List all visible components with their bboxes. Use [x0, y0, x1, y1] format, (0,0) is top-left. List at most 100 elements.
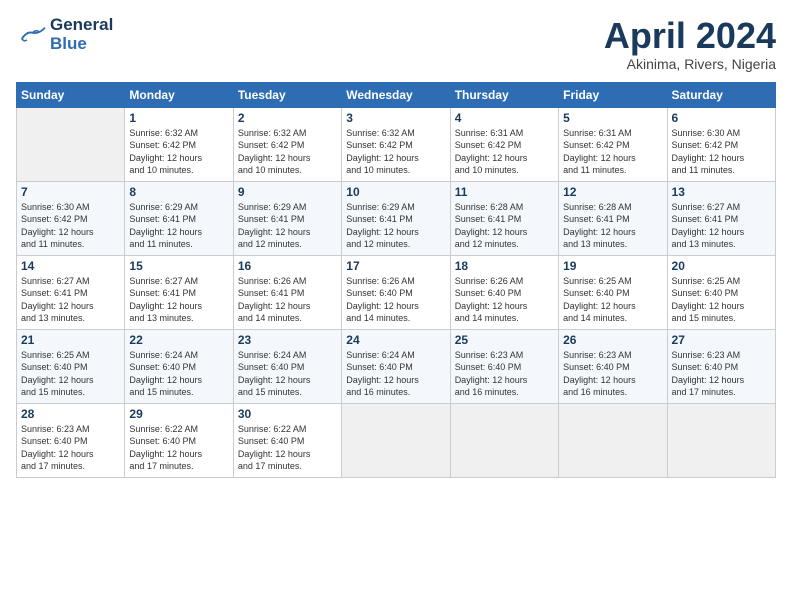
- calendar-cell: [342, 403, 450, 477]
- calendar-cell: [559, 403, 667, 477]
- day-info: Sunrise: 6:27 AM Sunset: 6:41 PM Dayligh…: [129, 275, 228, 325]
- day-info: Sunrise: 6:25 AM Sunset: 6:40 PM Dayligh…: [672, 275, 771, 325]
- logo-text-general: General: [50, 16, 113, 35]
- calendar-cell: 15 Sunrise: 6:27 AM Sunset: 6:41 PM Dayli…: [125, 255, 233, 329]
- month-title: April 2024: [604, 16, 776, 56]
- calendar-cell: 25Sunrise: 6:23 AM Sunset: 6:40 PM Dayli…: [450, 329, 558, 403]
- day-number: 21: [21, 333, 120, 347]
- day-number: 15: [129, 259, 228, 273]
- day-info: Sunrise: 6:25 AM Sunset: 6:40 PM Dayligh…: [563, 275, 662, 325]
- day-info: Sunrise: 6:27 AM Sunset: 6:41 PM Dayligh…: [672, 201, 771, 251]
- day-number: 20: [672, 259, 771, 273]
- day-info: Sunrise: 6:29 AM Sunset: 6:41 PM Dayligh…: [238, 201, 337, 251]
- day-info: Sunrise: 6:24 AM Sunset: 6:40 PM Dayligh…: [238, 349, 337, 399]
- header-row: SundayMondayTuesdayWednesdayThursdayFrid…: [17, 82, 776, 107]
- day-info: Sunrise: 6:30 AM Sunset: 6:42 PM Dayligh…: [672, 127, 771, 177]
- day-info: Sunrise: 6:31 AM Sunset: 6:42 PM Dayligh…: [455, 127, 554, 177]
- calendar-cell: 1Sunrise: 6:32 AM Sunset: 6:42 PM Daylig…: [125, 107, 233, 181]
- calendar-cell: 24Sunrise: 6:24 AM Sunset: 6:40 PM Dayli…: [342, 329, 450, 403]
- calendar-cell: 30Sunrise: 6:22 AM Sunset: 6:40 PM Dayli…: [233, 403, 341, 477]
- day-info: Sunrise: 6:32 AM Sunset: 6:42 PM Dayligh…: [129, 127, 228, 177]
- calendar-cell: [450, 403, 558, 477]
- day-info: Sunrise: 6:32 AM Sunset: 6:42 PM Dayligh…: [238, 127, 337, 177]
- calendar-cell: 4 Sunrise: 6:31 AM Sunset: 6:42 PM Daylig…: [450, 107, 558, 181]
- week-row-2: 14 Sunrise: 6:27 AM Sunset: 6:41 PM Dayli…: [17, 255, 776, 329]
- day-number: 4: [455, 111, 554, 125]
- day-info: Sunrise: 6:23 AM Sunset: 6:40 PM Dayligh…: [21, 423, 120, 473]
- day-number: 14: [21, 259, 120, 273]
- day-info: Sunrise: 6:31 AM Sunset: 6:42 PM Dayligh…: [563, 127, 662, 177]
- calendar-cell: 3 Sunrise: 6:32 AM Sunset: 6:42 PM Daylig…: [342, 107, 450, 181]
- day-info: Sunrise: 6:28 AM Sunset: 6:41 PM Dayligh…: [563, 201, 662, 251]
- calendar-cell: 5Sunrise: 6:31 AM Sunset: 6:42 PM Daylig…: [559, 107, 667, 181]
- day-info: Sunrise: 6:29 AM Sunset: 6:41 PM Dayligh…: [129, 201, 228, 251]
- day-number: 23: [238, 333, 337, 347]
- calendar-cell: [17, 107, 125, 181]
- day-number: 30: [238, 407, 337, 421]
- day-number: 22: [129, 333, 228, 347]
- calendar-cell: 23 Sunrise: 6:24 AM Sunset: 6:40 PM Dayli…: [233, 329, 341, 403]
- day-number: 12: [563, 185, 662, 199]
- calendar-cell: 20 Sunrise: 6:25 AM Sunset: 6:40 PM Dayli…: [667, 255, 775, 329]
- day-header-friday: Friday: [559, 82, 667, 107]
- location: Akinima, Rivers, Nigeria: [604, 56, 776, 72]
- calendar-cell: 11Sunrise: 6:28 AM Sunset: 6:41 PM Dayli…: [450, 181, 558, 255]
- week-row-4: 28 Sunrise: 6:23 AM Sunset: 6:40 PM Dayli…: [17, 403, 776, 477]
- day-info: Sunrise: 6:26 AM Sunset: 6:40 PM Dayligh…: [455, 275, 554, 325]
- calendar-cell: 2 Sunrise: 6:32 AM Sunset: 6:42 PM Daylig…: [233, 107, 341, 181]
- day-info: Sunrise: 6:25 AM Sunset: 6:40 PM Dayligh…: [21, 349, 120, 399]
- day-info: Sunrise: 6:26 AM Sunset: 6:40 PM Dayligh…: [346, 275, 445, 325]
- day-header-saturday: Saturday: [667, 82, 775, 107]
- calendar-cell: 28 Sunrise: 6:23 AM Sunset: 6:40 PM Dayli…: [17, 403, 125, 477]
- day-info: Sunrise: 6:27 AM Sunset: 6:41 PM Dayligh…: [21, 275, 120, 325]
- day-number: 16: [238, 259, 337, 273]
- day-number: 26: [563, 333, 662, 347]
- day-number: 8: [129, 185, 228, 199]
- calendar-cell: 14 Sunrise: 6:27 AM Sunset: 6:41 PM Dayli…: [17, 255, 125, 329]
- day-number: 3: [346, 111, 445, 125]
- calendar-cell: 6 Sunrise: 6:30 AM Sunset: 6:42 PM Daylig…: [667, 107, 775, 181]
- day-info: Sunrise: 6:26 AM Sunset: 6:41 PM Dayligh…: [238, 275, 337, 325]
- day-number: 10: [346, 185, 445, 199]
- day-info: Sunrise: 6:23 AM Sunset: 6:40 PM Dayligh…: [563, 349, 662, 399]
- day-header-wednesday: Wednesday: [342, 82, 450, 107]
- day-info: Sunrise: 6:22 AM Sunset: 6:40 PM Dayligh…: [129, 423, 228, 473]
- day-info: Sunrise: 6:23 AM Sunset: 6:40 PM Dayligh…: [672, 349, 771, 399]
- calendar-cell: 12 Sunrise: 6:28 AM Sunset: 6:41 PM Dayli…: [559, 181, 667, 255]
- day-info: Sunrise: 6:30 AM Sunset: 6:42 PM Dayligh…: [21, 201, 120, 251]
- calendar-cell: 18 Sunrise: 6:26 AM Sunset: 6:40 PM Dayli…: [450, 255, 558, 329]
- day-number: 2: [238, 111, 337, 125]
- title-block: April 2024 Akinima, Rivers, Nigeria: [604, 16, 776, 72]
- calendar-cell: [667, 403, 775, 477]
- day-info: Sunrise: 6:24 AM Sunset: 6:40 PM Dayligh…: [346, 349, 445, 399]
- calendar-table: SundayMondayTuesdayWednesdayThursdayFrid…: [16, 82, 776, 478]
- calendar-cell: 8 Sunrise: 6:29 AM Sunset: 6:41 PM Daylig…: [125, 181, 233, 255]
- day-number: 13: [672, 185, 771, 199]
- calendar-cell: 7Sunrise: 6:30 AM Sunset: 6:42 PM Daylig…: [17, 181, 125, 255]
- calendar-cell: 21 Sunrise: 6:25 AM Sunset: 6:40 PM Dayli…: [17, 329, 125, 403]
- calendar-cell: 10 Sunrise: 6:29 AM Sunset: 6:41 PM Dayli…: [342, 181, 450, 255]
- day-number: 11: [455, 185, 554, 199]
- logo: General Blue: [16, 16, 113, 53]
- day-info: Sunrise: 6:23 AM Sunset: 6:40 PM Dayligh…: [455, 349, 554, 399]
- calendar-cell: 13 Sunrise: 6:27 AM Sunset: 6:41 PM Dayli…: [667, 181, 775, 255]
- week-row-1: 7Sunrise: 6:30 AM Sunset: 6:42 PM Daylig…: [17, 181, 776, 255]
- calendar-cell: 16 Sunrise: 6:26 AM Sunset: 6:41 PM Dayli…: [233, 255, 341, 329]
- week-row-3: 21 Sunrise: 6:25 AM Sunset: 6:40 PM Dayli…: [17, 329, 776, 403]
- calendar-cell: 17 Sunrise: 6:26 AM Sunset: 6:40 PM Dayli…: [342, 255, 450, 329]
- day-number: 6: [672, 111, 771, 125]
- day-info: Sunrise: 6:32 AM Sunset: 6:42 PM Dayligh…: [346, 127, 445, 177]
- day-number: 29: [129, 407, 228, 421]
- week-row-0: 1Sunrise: 6:32 AM Sunset: 6:42 PM Daylig…: [17, 107, 776, 181]
- day-number: 28: [21, 407, 120, 421]
- day-number: 19: [563, 259, 662, 273]
- day-header-tuesday: Tuesday: [233, 82, 341, 107]
- day-number: 17: [346, 259, 445, 273]
- day-info: Sunrise: 6:29 AM Sunset: 6:41 PM Dayligh…: [346, 201, 445, 251]
- calendar-cell: 27Sunrise: 6:23 AM Sunset: 6:40 PM Dayli…: [667, 329, 775, 403]
- logo-text-blue: Blue: [50, 35, 113, 54]
- day-header-sunday: Sunday: [17, 82, 125, 107]
- day-number: 18: [455, 259, 554, 273]
- day-info: Sunrise: 6:24 AM Sunset: 6:40 PM Dayligh…: [129, 349, 228, 399]
- day-header-monday: Monday: [125, 82, 233, 107]
